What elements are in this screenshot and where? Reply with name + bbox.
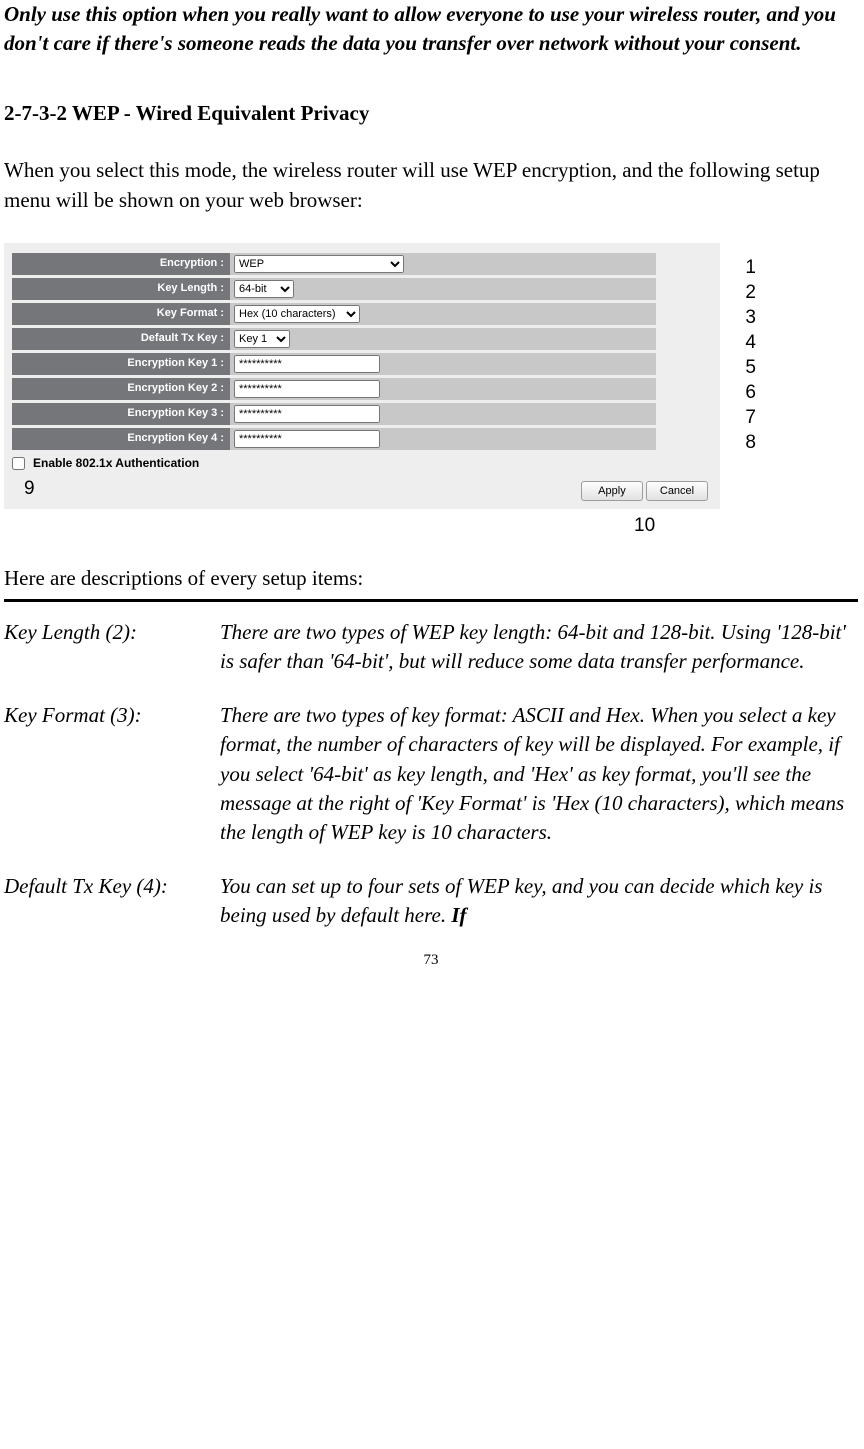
page-number: 73 (4, 950, 858, 971)
desc-key-length: Key Length (2): There are two types of W… (4, 618, 858, 677)
input-enc-key-3[interactable] (234, 405, 380, 423)
row-default-tx-key: Default Tx Key : Key 1 (12, 328, 712, 350)
callout-6: 6 (745, 380, 756, 407)
row-enc-key-3: Encryption Key 3 : (12, 403, 712, 425)
label-enable-8021x: Enable 802.1x Authentication (33, 455, 199, 472)
label-default-tx-key: Default Tx Key : (12, 328, 230, 350)
desc-name-key-length: Key Length (2): (4, 618, 220, 677)
desc-key-format: Key Format (3): There are two types of k… (4, 701, 858, 848)
checkbox-enable-8021x[interactable] (12, 457, 25, 470)
input-enc-key-2[interactable] (234, 380, 380, 398)
row-key-format: Key Format : Hex (10 characters) (12, 303, 712, 325)
callout-1: 1 (745, 255, 756, 282)
cancel-button[interactable]: Cancel (646, 481, 708, 501)
select-key-length[interactable]: 64-bit (234, 280, 294, 298)
desc-default-tx-key: Default Tx Key (4): You can set up to fo… (4, 872, 858, 931)
row-enc-key-4: Encryption Key 4 : (12, 428, 712, 450)
row-key-length: Key Length : 64-bit (12, 278, 712, 300)
desc-text-key-length: There are two types of WEP key length: 6… (220, 618, 858, 677)
apply-button[interactable]: Apply (581, 481, 643, 501)
desc-text-default-tx-key: You can set up to four sets of WEP key, … (220, 872, 858, 931)
label-enc-key-4: Encryption Key 4 : (12, 428, 230, 450)
callout-7: 7 (745, 405, 756, 432)
warning-note: Only use this option when you really wan… (4, 0, 858, 59)
descriptions-intro: Here are descriptions of every setup ite… (4, 564, 858, 593)
callout-3: 3 (745, 305, 756, 332)
callout-8: 8 (745, 430, 756, 457)
label-enc-key-1: Encryption Key 1 : (12, 353, 230, 375)
desc-name-key-format: Key Format (3): (4, 701, 220, 848)
callout-10: 10 (4, 509, 744, 540)
callout-2: 2 (745, 280, 756, 307)
callout-4: 4 (745, 330, 756, 357)
row-enc-key-1: Encryption Key 1 : (12, 353, 712, 375)
callout-9: 9 (24, 476, 35, 503)
divider (4, 599, 858, 602)
input-enc-key-4[interactable] (234, 430, 380, 448)
select-encryption[interactable]: WEP (234, 255, 404, 273)
desc-text-key-format: There are two types of key format: ASCII… (220, 701, 858, 848)
router-config-screenshot: Encryption : WEP Key Length : 64-bit Key… (4, 243, 720, 509)
row-enc-key-2: Encryption Key 2 : (12, 378, 712, 400)
intro-paragraph: When you select this mode, the wireless … (4, 156, 858, 215)
desc-name-default-tx-key: Default Tx Key (4): (4, 872, 220, 931)
label-key-length: Key Length : (12, 278, 230, 300)
select-default-tx-key[interactable]: Key 1 (234, 330, 290, 348)
row-encryption: Encryption : WEP (12, 253, 712, 275)
row-enable-8021x: Enable 802.1x Authentication (12, 454, 712, 473)
label-enc-key-2: Encryption Key 2 : (12, 378, 230, 400)
callout-5: 5 (745, 355, 756, 382)
input-enc-key-1[interactable] (234, 355, 380, 373)
label-key-format: Key Format : (12, 303, 230, 325)
label-enc-key-3: Encryption Key 3 : (12, 403, 230, 425)
section-heading: 2-7-3-2 WEP - Wired Equivalent Privacy (4, 99, 858, 128)
select-key-format[interactable]: Hex (10 characters) (234, 305, 360, 323)
label-encryption: Encryption : (12, 253, 230, 275)
